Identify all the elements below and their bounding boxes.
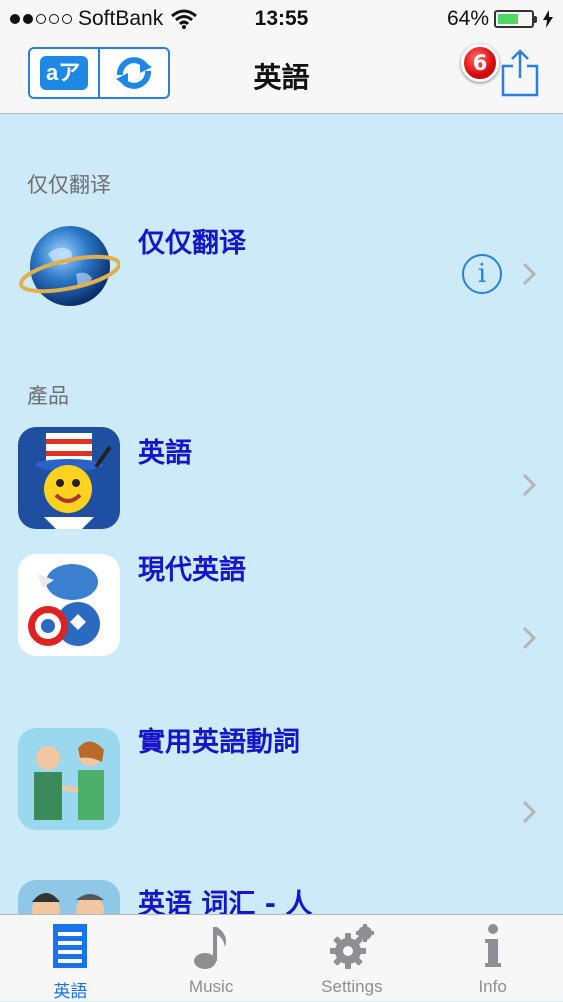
uncle-sam-app-icon (18, 427, 120, 529)
navigation-bar: aア 英語 6 (0, 36, 563, 114)
info-icon (484, 924, 501, 967)
battery-percent: 64% (446, 7, 489, 30)
chevron-right-icon (522, 800, 537, 824)
tab-label: Settings (321, 977, 383, 996)
list-item[interactable]: 英语 词汇 - 人 (0, 874, 563, 914)
tab-settings[interactable]: Settings (282, 915, 423, 1001)
conversation-app-icon (18, 728, 120, 830)
tab-label: Music (188, 977, 234, 996)
item-title: 仅仅翻译 (138, 228, 246, 259)
notification-badge: 6 (461, 44, 499, 82)
status-bar: SoftBank 13:55 64% (0, 0, 563, 36)
battery-icon (494, 10, 537, 28)
app-list: 仅仅翻译 仅仅翻译 i 產品 英語 現代英語 實用英語動詞 英语 词汇 - 人 (0, 114, 563, 914)
captain-app-icon (18, 554, 120, 656)
list-item[interactable]: 英語 (0, 419, 563, 539)
gear-icon (329, 924, 374, 969)
tab-music[interactable]: Music (141, 915, 282, 1001)
tab-english[interactable]: 英語 (0, 915, 141, 1001)
chevron-right-icon (522, 262, 537, 286)
music-note-icon (194, 927, 227, 969)
list-item[interactable]: 實用英語動詞 (0, 720, 563, 880)
tab-info[interactable]: Info (422, 915, 563, 1001)
tab-label: Info (478, 977, 507, 996)
chevron-right-icon (522, 473, 537, 497)
tab-bar: 英語 Music Settings Info (0, 914, 563, 1001)
people-vocab-app-icon (18, 880, 120, 914)
list-item[interactable]: 現代英語 (0, 546, 563, 706)
item-title: 英语 词汇 - 人 (138, 889, 313, 914)
section-header-products: 產品 (27, 384, 69, 408)
list-item[interactable]: 仅仅翻译 i (0, 209, 563, 319)
share-icon[interactable] (500, 48, 540, 98)
globe-app-icon (19, 226, 120, 306)
charging-icon (543, 10, 553, 28)
item-title: 英語 (138, 438, 192, 469)
tab-label: 英語 (53, 982, 88, 1001)
item-title: 實用英語動詞 (138, 727, 300, 758)
list-icon (53, 924, 88, 968)
item-title: 現代英語 (138, 555, 246, 586)
chevron-right-icon (522, 626, 537, 650)
info-button[interactable]: i (462, 254, 502, 294)
section-header-translate: 仅仅翻译 (27, 173, 111, 197)
